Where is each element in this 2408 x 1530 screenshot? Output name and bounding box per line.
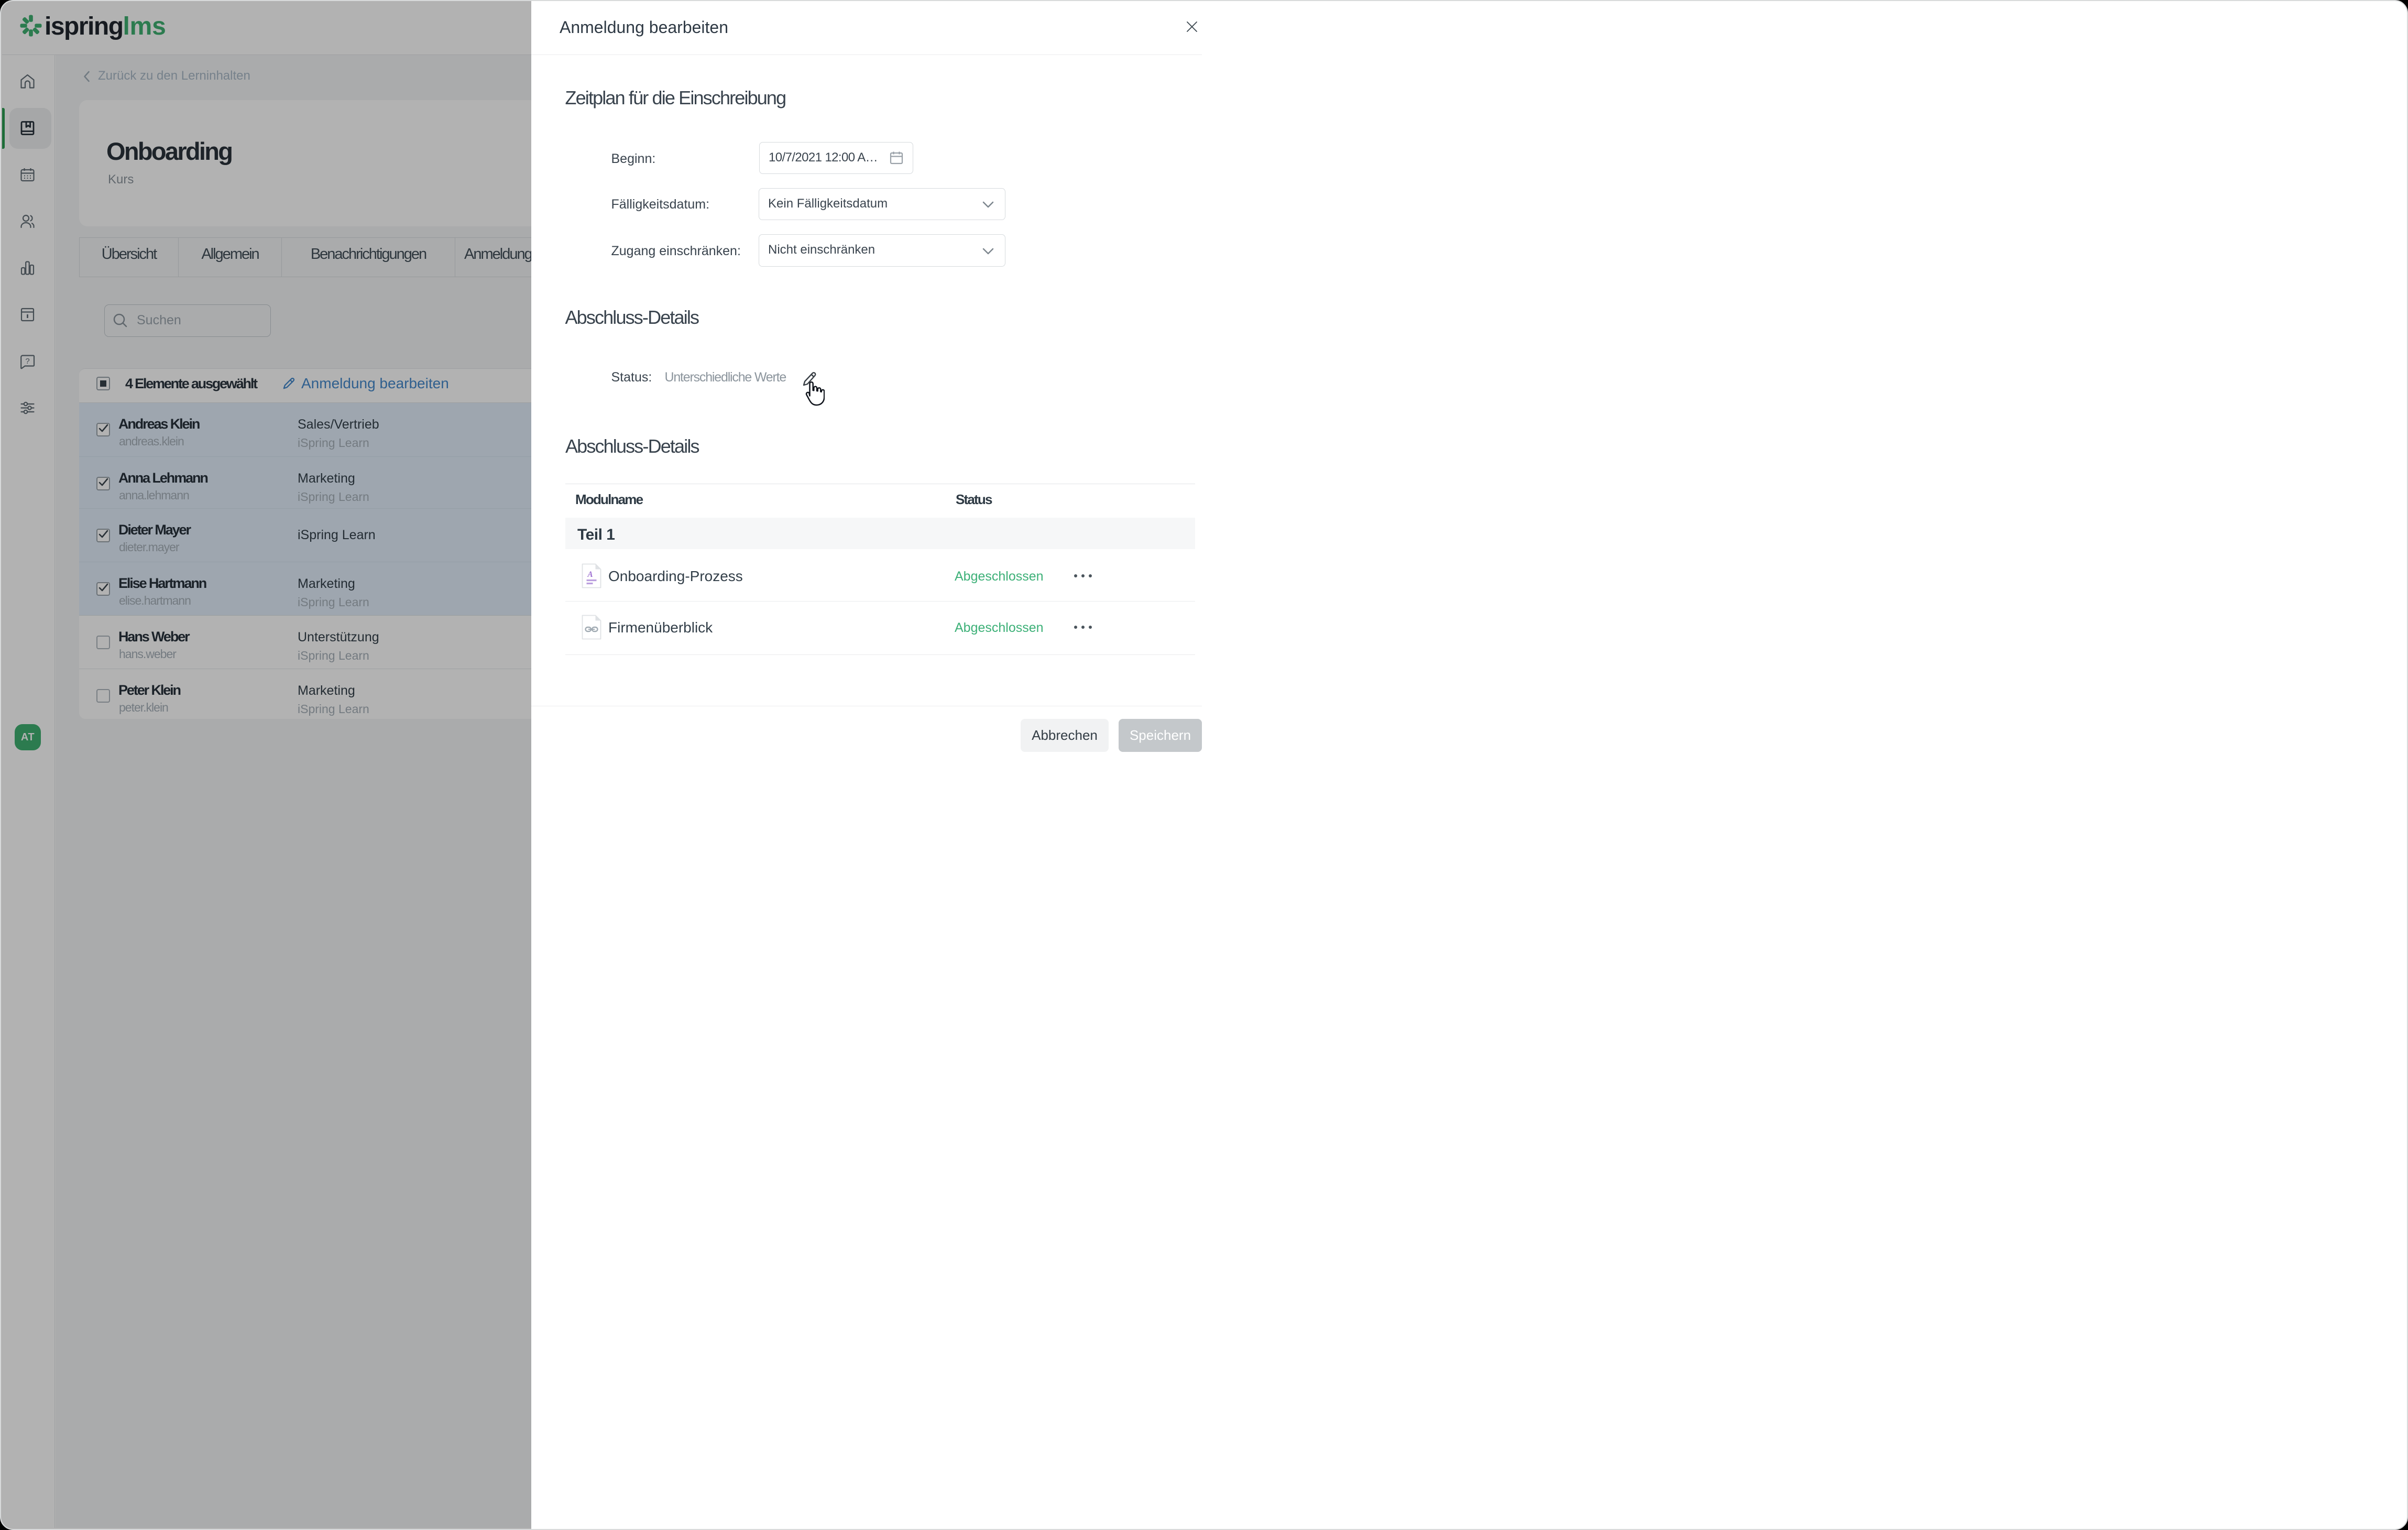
svg-text:A: A (587, 570, 593, 579)
